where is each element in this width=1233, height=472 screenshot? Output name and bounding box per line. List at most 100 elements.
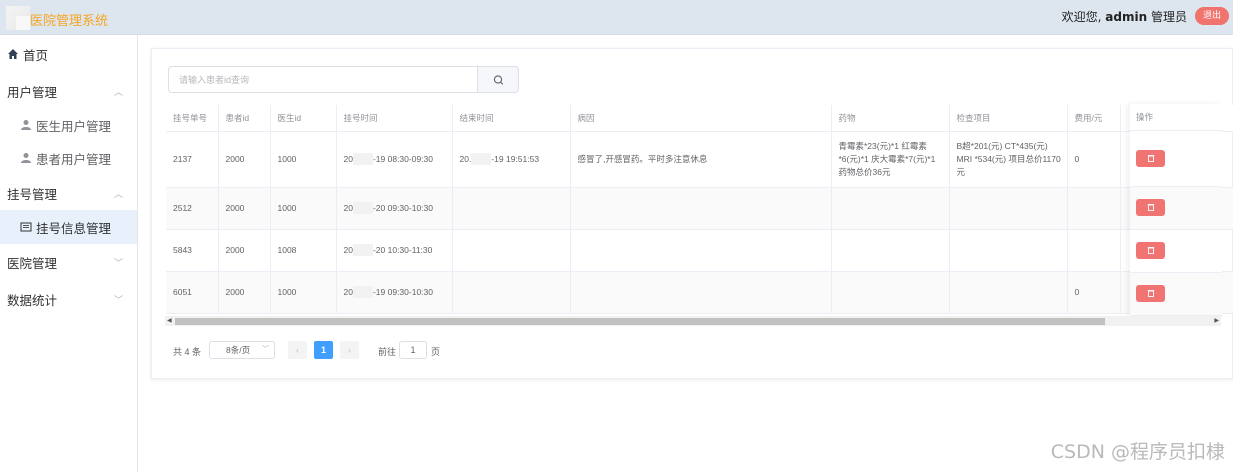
sidebar-group-data-statistics[interactable]: 数据统计 ﹀ [0, 282, 137, 316]
sidebar-item-home[interactable]: 首页 [0, 37, 137, 71]
search-button[interactable] [477, 66, 519, 93]
cell-exam [949, 229, 1068, 272]
end-time-prefix: 20. [459, 153, 472, 164]
cell-medicine [831, 187, 950, 230]
redaction [352, 244, 373, 257]
operation-cell [1130, 187, 1222, 230]
end-time-suffix: -19 19:51:53 [491, 153, 540, 164]
redaction [352, 153, 373, 166]
cell-medicine [831, 271, 950, 314]
scroll-left-icon[interactable]: ◀ [167, 317, 172, 324]
table-row[interactable]: 5843 2000 1008 20 -20 10:30-11:30 [166, 229, 1233, 272]
sidebar-item-label: 用户管理 [7, 84, 58, 100]
prev-page-button[interactable]: ‹ [288, 341, 307, 359]
delete-button[interactable] [1136, 285, 1165, 302]
goto-label: 前往 [378, 347, 397, 357]
operation-cell [1130, 273, 1222, 316]
cell-fee [1067, 187, 1121, 230]
welcome-prefix: 欢迎您, [1061, 10, 1106, 24]
cell-exam [949, 187, 1068, 230]
scrollbar-thumb[interactable] [175, 318, 1105, 325]
logo-image [6, 6, 30, 30]
reg-time-prefix: 20 [343, 286, 353, 297]
user-icon [20, 119, 32, 131]
chevron-up-icon: ︿ [113, 87, 123, 98]
delete-button[interactable] [1136, 150, 1165, 167]
search-input[interactable] [168, 66, 478, 93]
cell-end-time [452, 271, 571, 314]
redaction [471, 153, 492, 166]
cell-doctor-id: 1000 [270, 131, 337, 188]
cell-end-time [452, 229, 571, 272]
trash-icon [1147, 246, 1154, 254]
column-header: 费用/元 [1067, 105, 1121, 132]
page-number-current[interactable]: 1 [314, 341, 333, 359]
sidebar-group-user-management[interactable]: 用户管理 ︿ [0, 74, 137, 108]
cell-patient-id: 2000 [218, 187, 271, 230]
page-size-select[interactable]: 8条/页 ﹀ [209, 341, 275, 359]
cell-doctor-id: 1000 [270, 271, 337, 314]
reg-time-prefix: 20 [343, 244, 353, 255]
operation-cell [1130, 230, 1222, 273]
home-icon [7, 48, 19, 60]
scroll-right-icon[interactable]: ▶ [1214, 317, 1219, 324]
cell-fee: 0 [1067, 271, 1121, 314]
redaction [352, 202, 373, 215]
trash-icon [1147, 289, 1154, 297]
table-row[interactable]: 2512 2000 1000 20 -20 09:30-10:30 [166, 187, 1233, 230]
trash-icon [1147, 154, 1154, 162]
reg-time-suffix: -20 09:30-10:30 [372, 202, 433, 213]
reg-time-prefix: 20 [343, 153, 353, 164]
column-header: 挂号时间 [336, 105, 453, 132]
username: admin [1105, 10, 1148, 24]
cell-cause [570, 187, 832, 230]
column-header: 挂号单号 [166, 105, 219, 132]
cell-fee [1067, 229, 1121, 272]
trash-icon [1147, 203, 1154, 211]
column-header: 检查项目 [949, 105, 1068, 132]
delete-button[interactable] [1136, 199, 1165, 216]
cell-patient-id: 2000 [218, 271, 271, 314]
cell-exam: B超*201(元) CT*435(元) MRI *534(元) 项目总价1170… [949, 131, 1068, 188]
total-count: 共 4 条 [173, 347, 202, 357]
table-row[interactable]: 2137 2000 1000 20 -19 08:30-09:30 20. -19 … [166, 131, 1233, 188]
reg-time-suffix: -20 10:30-11:30 [372, 244, 433, 255]
cell-reg-time: 20 -20 09:30-10:30 [336, 187, 453, 230]
cell-reg-no: 5843 [166, 229, 219, 272]
cell-cause: 感冒了,开感冒药。平时多注意休息 [570, 131, 832, 188]
cell-reg-no: 2512 [166, 187, 219, 230]
cell-end-time: 20. -19 19:51:53 [452, 131, 571, 188]
chevron-up-icon: ︿ [113, 189, 123, 200]
chevron-down-icon: ﹀ [262, 346, 269, 353]
cell-cause [570, 271, 832, 314]
horizontal-scrollbar[interactable]: ◀ ▶ [165, 316, 1221, 326]
cell-doctor-id: 1008 [270, 229, 337, 272]
sidebar-item-label: 数据统计 [7, 292, 58, 308]
cell-fee: 0 [1067, 131, 1121, 188]
column-header: 药物 [831, 105, 950, 132]
welcome-text: 欢迎您, admin 管理员 [1062, 8, 1187, 25]
sidebar-item-label: 挂号管理 [7, 186, 58, 202]
sidebar-item-registration-info[interactable]: 挂号信息管理 [0, 210, 137, 244]
goto-page-input[interactable]: 1 [399, 341, 427, 359]
sidebar-item-doctor-users[interactable]: 医生用户管理 [0, 108, 137, 142]
app-title: 医院管理系统 [30, 14, 109, 29]
main-card: 挂号单号 患者id 医生id 挂号时间 结束时间 病因 药物 检查项目 费用/元… [151, 48, 1233, 379]
sidebar-group-registration-management[interactable]: 挂号管理 ︿ [0, 176, 137, 210]
sidebar-item-label: 患者用户管理 [36, 151, 112, 167]
next-page-button[interactable]: › [340, 341, 359, 359]
sidebar-group-hospital-management[interactable]: 医院管理 ﹀ [0, 245, 137, 279]
table-row[interactable]: 6051 2000 1000 20 -19 09:30-10:30 0 [166, 271, 1233, 314]
column-header-operation: 操作 [1130, 104, 1222, 131]
table-header-row: 挂号单号 患者id 医生id 挂号时间 结束时间 病因 药物 检查项目 费用/元 [166, 105, 1233, 132]
reg-time-prefix: 20 [343, 202, 353, 213]
logout-button[interactable]: 退出 [1195, 7, 1229, 25]
sidebar-item-patient-users[interactable]: 患者用户管理 [0, 141, 137, 175]
column-header: 医生id [270, 105, 337, 132]
cell-cause [570, 229, 832, 272]
page-unit-label: 页 [431, 347, 441, 357]
sidebar-item-label: 首页 [23, 47, 49, 63]
operation-column: 操作 [1130, 104, 1222, 316]
cell-patient-id: 2000 [218, 229, 271, 272]
delete-button[interactable] [1136, 242, 1165, 259]
